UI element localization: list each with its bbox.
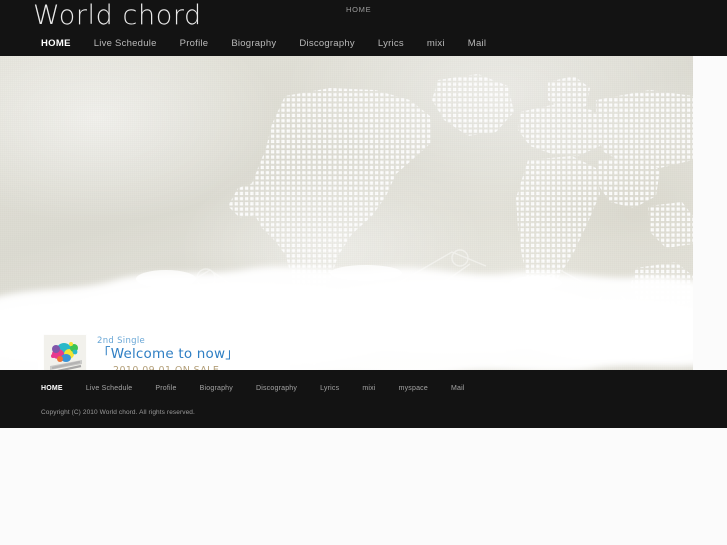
album-art-thumbnail bbox=[43, 334, 87, 370]
release-banner[interactable]: 2nd Single 「Welcome to now」 2010.09.01 O… bbox=[38, 330, 290, 370]
footer-nav-item-lyrics[interactable]: Lyrics bbox=[320, 384, 339, 394]
nav-item-mail[interactable]: Mail bbox=[468, 38, 486, 50]
nav-item-live-schedule[interactable]: Live Schedule bbox=[94, 38, 157, 50]
site-title: World chord bbox=[33, 0, 202, 31]
footer-nav-item-biography[interactable]: Biography bbox=[200, 384, 233, 394]
release-kicker: 2nd Single bbox=[97, 335, 146, 346]
main-navigation: HOME Live Schedule Profile Biography Discogr… bbox=[0, 38, 727, 56]
nav-item-mixi[interactable]: mixi bbox=[427, 38, 445, 50]
release-text-block: 2nd Single 「Welcome to now」 2010.09.01 O… bbox=[97, 337, 239, 370]
nav-item-discography[interactable]: Discography bbox=[299, 38, 355, 50]
nav-item-profile[interactable]: Profile bbox=[180, 38, 209, 50]
release-title: 「Welcome to now」 bbox=[97, 346, 239, 363]
breadcrumb: HOME bbox=[346, 5, 372, 14]
footer-nav-item-live-schedule[interactable]: Live Schedule bbox=[86, 384, 133, 394]
footer-navigation: HOME Live Schedule Profile Biography Discogr… bbox=[41, 384, 488, 394]
nav-item-lyrics[interactable]: Lyrics bbox=[378, 38, 404, 50]
footer-nav-item-home[interactable]: HOME bbox=[41, 384, 63, 394]
nav-item-home[interactable]: HOME bbox=[41, 38, 71, 50]
copyright-text: Copyright (C) 2010 World chord. All righ… bbox=[41, 409, 195, 416]
footer-nav-item-myspace[interactable]: myspace bbox=[399, 384, 428, 394]
footer-nav-item-discography[interactable]: Discography bbox=[256, 384, 297, 394]
page-root: World chord HOME HOME Live Schedule Profil… bbox=[0, 0, 727, 545]
hero-main-visual: 2nd Single 「Welcome to now」 2010.09.01 O… bbox=[0, 56, 693, 370]
footer-nav-item-mail[interactable]: Mail bbox=[451, 384, 465, 394]
site-footer: HOME Live Schedule Profile Biography Discogr… bbox=[0, 370, 727, 428]
page-bottom-whitespace bbox=[0, 428, 727, 545]
nav-item-biography[interactable]: Biography bbox=[231, 38, 276, 50]
footer-nav-item-profile[interactable]: Profile bbox=[155, 384, 176, 394]
footer-nav-item-mixi[interactable]: mixi bbox=[362, 384, 375, 394]
site-header: World chord HOME HOME Live Schedule Profil… bbox=[0, 0, 727, 56]
